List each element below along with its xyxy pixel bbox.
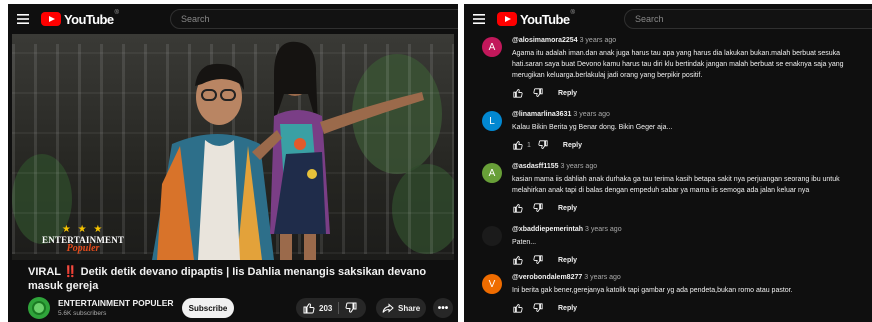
thumbs-up-icon[interactable]: [512, 139, 524, 151]
comment-author[interactable]: @alosimamora2254: [512, 37, 578, 44]
comment-author[interactable]: @verobondalem8277: [512, 274, 582, 281]
reply-button[interactable]: Reply: [558, 205, 577, 212]
comment-text-line: Kalau Bikin Berita yg Benar dong. Bikin …: [512, 124, 673, 131]
channel-name[interactable]: ENTERTAINMENT POPULER: [58, 298, 174, 308]
comment-time: 3 years ago: [584, 274, 621, 281]
logo-mark: ®: [570, 10, 575, 16]
logo-mark: ®: [114, 10, 119, 16]
thumbs-down-icon[interactable]: [532, 254, 544, 266]
video-watermark: ★ ★ ★ ENTERTAINMENT Populer: [42, 224, 125, 254]
thumbs-down-icon[interactable]: [532, 87, 544, 99]
youtube-logo-icon: [497, 12, 517, 26]
youtube-logo[interactable]: YouTube ®: [41, 10, 119, 27]
reply-button[interactable]: Reply: [558, 90, 577, 97]
search-input[interactable]: Search: [170, 9, 458, 29]
like-button[interactable]: 203: [296, 298, 332, 318]
title-prefix: VIRAL: [28, 266, 61, 278]
comment-author[interactable]: @xbaddiepemerintah: [512, 226, 583, 233]
like-count: 203: [319, 303, 333, 313]
channel-avatar[interactable]: [28, 297, 50, 319]
comments-panel: YouTube ® Search A @alosimamora2254 3 yea…: [464, 4, 872, 322]
subscriber-count: 5.6K subscribers: [58, 310, 107, 317]
video-title: VIRAL ‼️ Detik detik devano dipaptis | I…: [28, 265, 448, 293]
comment-avatar[interactable]: A: [482, 163, 502, 183]
comment-text-line: melahirkan anak tapi di balas dengan emp…: [512, 187, 810, 194]
like-dislike-group: 203: [296, 298, 366, 318]
video-player[interactable]: ★ ★ ★ ENTERTAINMENT Populer: [12, 34, 454, 260]
thumbs-up-icon[interactable]: [512, 254, 524, 266]
thumbs-up-icon[interactable]: [512, 202, 524, 214]
comment-avatar[interactable]: [482, 226, 502, 246]
search-input[interactable]: Search: [624, 9, 872, 29]
comment-text-line: Paten...: [512, 239, 537, 246]
title-rest: Detik detik devano dipaptis | Iis Dahlia…: [28, 266, 427, 292]
comment-author[interactable]: @asdasff1155: [512, 163, 559, 170]
comment-text-line: Ini berita gak bener,gerejanya katolik t…: [512, 287, 793, 294]
reply-button[interactable]: Reply: [563, 142, 582, 149]
thumbs-up-icon: [303, 303, 315, 314]
comment-avatar[interactable]: V: [482, 274, 502, 294]
menu-icon[interactable]: [11, 7, 35, 31]
thumbs-down-icon: [345, 302, 357, 313]
logo-text: YouTube: [520, 11, 570, 27]
comment-text-line: merugikan keluarga.berlakulaj jadi orang…: [512, 72, 703, 79]
comment-text-line: kasian mama iis dahliah anak durhaka ga …: [512, 176, 840, 183]
comment-avatar[interactable]: L: [482, 111, 502, 131]
comment-avatar[interactable]: A: [482, 37, 502, 57]
comment-time: 3 years ago: [573, 111, 610, 118]
subscribe-button[interactable]: Subscribe: [182, 298, 234, 318]
dislike-button[interactable]: [345, 298, 357, 318]
thumbs-up-icon[interactable]: [512, 302, 524, 314]
comment-text-line: hati.saran saya buat Devono kamu harus t…: [512, 61, 844, 68]
comment-list: A @alosimamora2254 3 years ago Agama itu …: [464, 34, 872, 322]
youtube-logo-icon: [41, 12, 61, 26]
video-panel: YouTube ® Search ★ ★ ★ ENTERTAINMENT Pop…: [8, 4, 458, 322]
top-bar: YouTube ® Search: [464, 4, 872, 34]
comment-author[interactable]: @linamarlina3631: [512, 111, 571, 118]
title-bang: ‼️: [63, 266, 78, 278]
comment-text-line: Agama itu adalah iman.dan anak juga haru…: [512, 50, 841, 57]
youtube-logo[interactable]: YouTube ®: [497, 10, 575, 27]
more-icon[interactable]: •••: [433, 298, 453, 318]
top-bar: YouTube ® Search: [8, 4, 458, 34]
logo-text: YouTube: [64, 11, 114, 27]
thumbs-up-icon[interactable]: [512, 87, 524, 99]
share-label: Share: [398, 303, 421, 313]
comment-time: 3 years ago: [585, 226, 622, 233]
comment-time: 3 years ago: [579, 37, 617, 44]
thumbs-down-icon[interactable]: [532, 302, 544, 314]
comment-time: 3 years ago: [560, 163, 598, 170]
channel-row: ENTERTAINMENT POPULER 5.6K subscribers S…: [28, 296, 453, 322]
share-icon: [382, 303, 394, 313]
comment-like-count: 1: [527, 141, 531, 149]
share-button[interactable]: Share: [376, 298, 426, 318]
reply-button[interactable]: Reply: [558, 305, 577, 312]
thumbs-down-icon[interactable]: [537, 139, 549, 151]
reply-button[interactable]: Reply: [558, 257, 577, 264]
thumbs-down-icon[interactable]: [532, 202, 544, 214]
menu-icon[interactable]: [467, 7, 491, 31]
